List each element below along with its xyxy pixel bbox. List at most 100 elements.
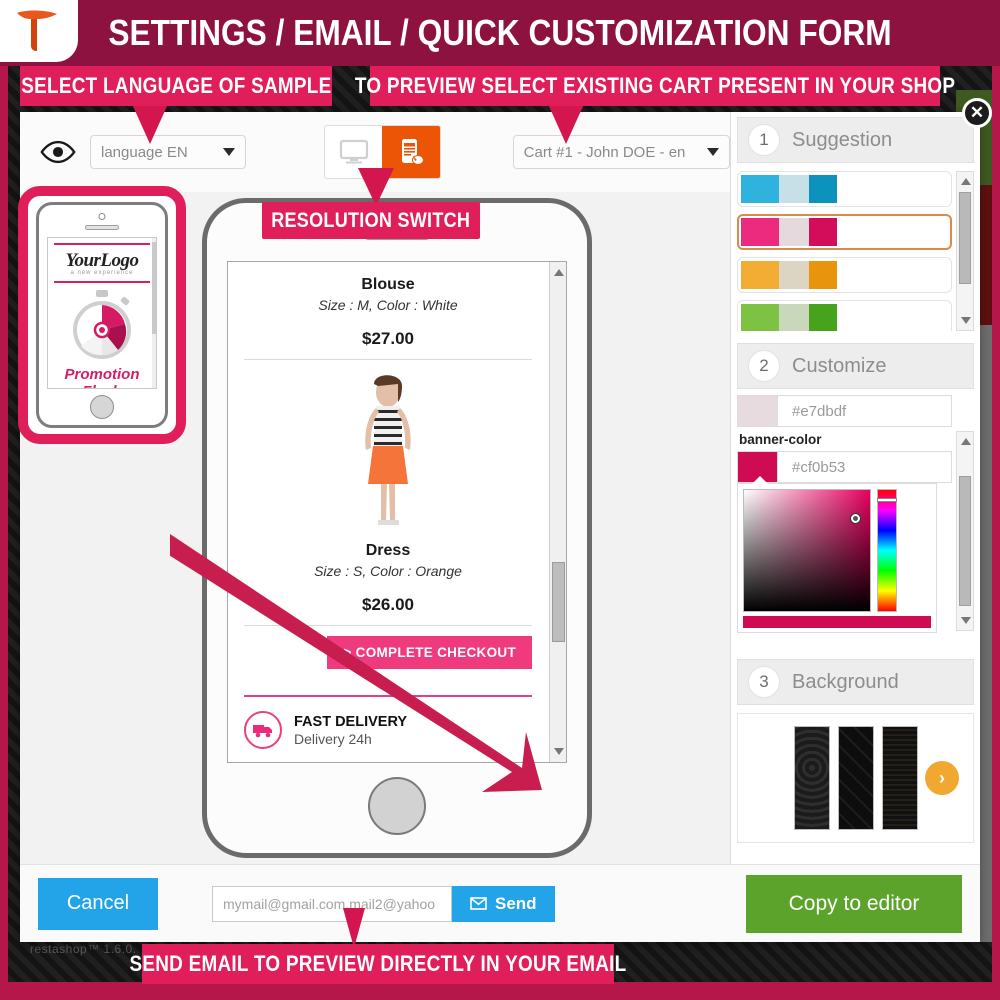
triangle-up-icon bbox=[553, 269, 564, 276]
preview-scrollbar[interactable] bbox=[549, 262, 566, 762]
callout-language-text: SELECT LANGUAGE OF SAMPLE bbox=[20, 73, 332, 98]
scroll-down-button[interactable] bbox=[957, 312, 974, 329]
envelope-icon bbox=[470, 897, 487, 910]
color-field-banner[interactable]: #cf0b53 bbox=[737, 451, 952, 483]
divider-accent bbox=[244, 695, 532, 697]
product-attributes: Size : M, Color : White bbox=[318, 297, 458, 313]
cart-select[interactable]: Cart #1 - John DOE - en bbox=[512, 135, 730, 169]
scrollbar-thumb[interactable] bbox=[959, 476, 971, 606]
callout-resolution-tail bbox=[358, 168, 394, 206]
dress-model-photo-icon bbox=[365, 375, 411, 525]
mini-screen: YourLogo a new experience Promotion bbox=[47, 237, 157, 389]
mini-camera bbox=[98, 213, 106, 220]
suggestion-item-green[interactable] bbox=[737, 300, 952, 331]
callout-cart-text: TO PREVIEW SELECT EXISTING CART PRESENT … bbox=[354, 73, 956, 98]
suggestion-swatch-list bbox=[737, 171, 974, 331]
product-item: Blouse Size : M, Color : White $27.00 bbox=[244, 276, 532, 349]
picker-caret bbox=[752, 476, 768, 484]
stopwatch-wrap bbox=[48, 288, 156, 362]
customize-area: #e7dbdf banner-color #cf0b53 bbox=[737, 395, 974, 645]
page-footer-credit: restashop™ 1.6.0. bbox=[30, 942, 137, 956]
scroll-up-button[interactable] bbox=[550, 264, 566, 281]
color-hex-value: #e7dbdf bbox=[792, 402, 847, 420]
section-number: 3 bbox=[748, 666, 780, 698]
delivery-truck-icon bbox=[244, 711, 282, 749]
callout-send-email-tail bbox=[343, 908, 365, 948]
modal-footer: Cancel mymail@gmail.com,mail2@yahoo Send… bbox=[20, 864, 980, 942]
feature-subtitle: Delivery 24h bbox=[294, 730, 372, 747]
triangle-up-icon bbox=[960, 178, 971, 185]
section-number: 2 bbox=[748, 350, 780, 382]
background-thumb-grid[interactable] bbox=[881, 726, 918, 830]
color-hex-value: #cf0b53 bbox=[792, 458, 846, 476]
mini-promo-line1: Promotion bbox=[64, 366, 140, 383]
section-title: Suggestion bbox=[792, 128, 893, 151]
background-thumb-diagonal[interactable] bbox=[837, 726, 874, 830]
scroll-down-button[interactable] bbox=[550, 743, 566, 760]
saturation-picker[interactable] bbox=[743, 489, 871, 612]
section-customize[interactable]: 2 Customize bbox=[737, 343, 974, 389]
copy-to-editor-button[interactable]: Copy to editor bbox=[746, 874, 962, 933]
section-background[interactable]: 3 Background bbox=[737, 659, 974, 705]
triangle-up-icon bbox=[960, 438, 971, 445]
color-field-base[interactable]: #e7dbdf bbox=[737, 395, 952, 427]
scroll-up-button[interactable] bbox=[957, 173, 974, 190]
product-item: Dress Size : S, Color : Orange $26.00 bbox=[244, 542, 532, 615]
callout-language-tail bbox=[132, 104, 168, 144]
background-thumbnail-list: › bbox=[737, 713, 974, 843]
complete-checkout-button[interactable]: > COMPLETE CHECKOUT bbox=[327, 636, 532, 669]
section-suggestion[interactable]: 1 Suggestion bbox=[737, 117, 974, 163]
triangle-down-icon bbox=[553, 748, 564, 755]
scrollbar-thumb[interactable] bbox=[552, 562, 565, 642]
suggestion-scrollbar[interactable] bbox=[956, 171, 974, 331]
send-button-label: Send bbox=[495, 893, 537, 913]
background-thumb-floral[interactable] bbox=[793, 726, 830, 830]
prestashop-t-logo-icon bbox=[17, 10, 57, 51]
callout-send-email-text: SEND EMAIL TO PREVIEW DIRECTLY IN YOUR E… bbox=[129, 951, 627, 976]
phone-preview-frame: Blouse Size : M, Color : White $27.00 Dr… bbox=[202, 198, 592, 858]
mini-promo-line2: Flash bbox=[48, 383, 156, 388]
callout-resolution-text: RESOLUTION SWITCH bbox=[271, 208, 471, 232]
scroll-up-button[interactable] bbox=[957, 433, 974, 450]
mobile-device-icon bbox=[402, 139, 425, 165]
language-select-value: language EN bbox=[101, 143, 188, 161]
mini-logo-text: YourLogo bbox=[65, 250, 139, 271]
phone-screen: Blouse Size : M, Color : White $27.00 Dr… bbox=[227, 261, 567, 763]
email-input[interactable]: mymail@gmail.com,mail2@yahoo bbox=[212, 885, 452, 922]
picker-result-bar bbox=[743, 616, 931, 628]
cancel-button[interactable]: Cancel bbox=[38, 877, 158, 930]
color-swatch[interactable] bbox=[738, 396, 778, 426]
chevron-right-icon[interactable]: › bbox=[925, 761, 959, 795]
customize-scrollbar[interactable] bbox=[956, 431, 974, 631]
callout-language: SELECT LANGUAGE OF SAMPLE bbox=[20, 66, 332, 106]
color-picker[interactable] bbox=[737, 476, 937, 633]
triangle-down-icon bbox=[960, 617, 971, 624]
mini-logo-tagline: a new experience bbox=[70, 270, 134, 276]
section-number: 1 bbox=[748, 124, 780, 156]
product-price: $26.00 bbox=[362, 595, 414, 614]
close-icon[interactable]: ✕ bbox=[962, 98, 992, 128]
mini-phone-frame: YourLogo a new experience Promotion bbox=[36, 202, 168, 428]
checkout-row: > COMPLETE CHECKOUT bbox=[244, 626, 532, 673]
suggestion-item-orange[interactable] bbox=[737, 257, 952, 293]
cart-select-value: Cart #1 - John DOE - en bbox=[523, 143, 686, 161]
brand-logo bbox=[0, 0, 78, 62]
hue-slider[interactable] bbox=[877, 489, 897, 612]
product-attributes: Size : S, Color : Orange bbox=[314, 563, 462, 579]
suggestion-item-blue[interactable] bbox=[737, 171, 952, 207]
callout-cart: TO PREVIEW SELECT EXISTING CART PRESENT … bbox=[355, 66, 955, 106]
eye-icon[interactable] bbox=[40, 139, 76, 165]
callout-resolution: RESOLUTION SWITCH bbox=[262, 202, 480, 239]
hue-handle[interactable] bbox=[877, 498, 897, 502]
mobile-thumbnail-callout: YourLogo a new experience Promotion bbox=[18, 186, 186, 444]
product-name: Dress bbox=[365, 542, 411, 559]
mini-scrollbar bbox=[152, 238, 156, 388]
send-button[interactable]: Send bbox=[452, 885, 555, 922]
scroll-down-button[interactable] bbox=[957, 612, 974, 629]
language-select[interactable]: language EN bbox=[90, 135, 247, 169]
saturation-handle[interactable] bbox=[851, 514, 860, 523]
triangle-down-icon bbox=[960, 317, 971, 324]
scrollbar-thumb[interactable] bbox=[959, 192, 971, 284]
divider-accent bbox=[54, 243, 150, 245]
suggestion-item-pink[interactable] bbox=[737, 214, 952, 250]
